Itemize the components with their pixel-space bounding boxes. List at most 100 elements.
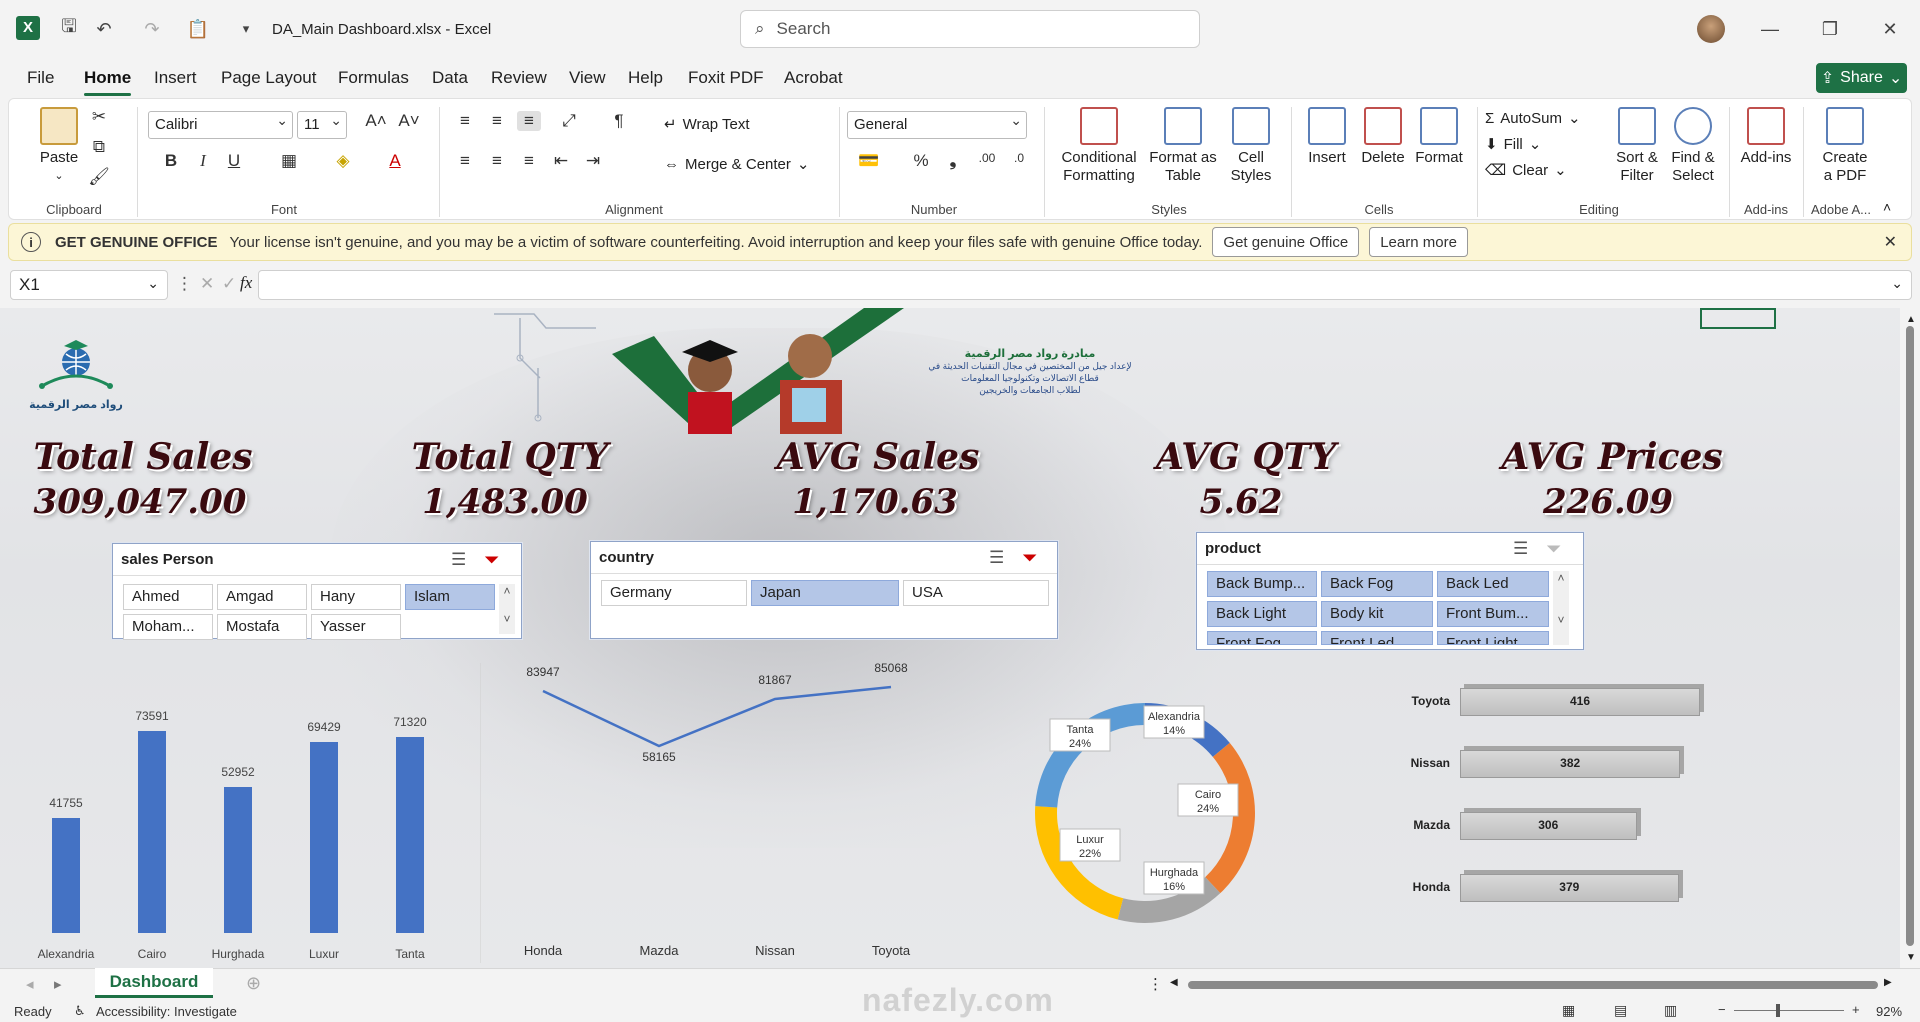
slicer-item-back-led[interactable]: Back Led — [1437, 571, 1549, 597]
slicer-item-back-bumper[interactable]: Back Bump... — [1207, 571, 1317, 597]
city-share-doughnut-chart[interactable]: Alexandria 14% Cairo 24% Hurghada 16% Luxur 22%… — [1030, 688, 1280, 948]
underline-icon[interactable]: U — [222, 151, 246, 171]
insert-cells-button[interactable]: Insert — [1299, 107, 1355, 167]
slicer-item-amgad[interactable]: Amgad — [217, 584, 307, 610]
menu-file[interactable]: File — [27, 68, 54, 88]
font-size-select[interactable]: 11 — [297, 111, 347, 139]
slicer-item-front-bumper[interactable]: Front Bum... — [1437, 601, 1549, 627]
copy-icon[interactable]: ⧉ — [87, 137, 111, 157]
maximize-icon[interactable]: ❐ — [1816, 15, 1844, 43]
formula-input[interactable]: ⌄ — [258, 270, 1912, 300]
number-format-select[interactable]: General — [847, 111, 1027, 139]
tab-dashboard[interactable]: Dashboard — [95, 968, 213, 998]
menu-insert[interactable]: Insert — [154, 68, 197, 88]
percent-icon[interactable]: % — [909, 151, 933, 171]
bar-cairo[interactable] — [138, 730, 166, 933]
slicer-item-front-light[interactable]: Front Light — [1437, 631, 1549, 645]
menu-data[interactable]: Data — [432, 68, 468, 88]
next-sheet-icon[interactable]: ▸ — [54, 975, 62, 993]
minimize-icon[interactable]: — — [1756, 15, 1784, 43]
menu-review[interactable]: Review — [491, 68, 547, 88]
slicer-item-mohamed[interactable]: Moham... — [123, 614, 213, 640]
confirm-entry-icon[interactable]: ✓ — [222, 274, 236, 294]
slicer-scrollbar[interactable]: ˄ ˅ — [1553, 571, 1569, 645]
align-center-icon[interactable]: ≡ — [485, 151, 509, 171]
accessibility-status[interactable]: Accessibility: Investigate — [96, 1004, 237, 1019]
cancel-entry-icon[interactable]: ✕ — [200, 274, 214, 294]
multi-select-icon[interactable]: ☰ — [451, 550, 466, 570]
borders-icon[interactable]: ▦ — [277, 151, 301, 171]
align-bottom-icon[interactable]: ≡ — [517, 111, 541, 131]
zoom-out-icon[interactable]: − — [1718, 1002, 1726, 1017]
slicer-item-yasser[interactable]: Yasser — [311, 614, 401, 640]
add-sheet-icon[interactable]: ⊕ — [246, 973, 261, 994]
bar-hurghada[interactable] — [224, 787, 252, 933]
slicer-item-hany[interactable]: Hany — [311, 584, 401, 610]
line-series[interactable] — [542, 685, 892, 748]
get-genuine-office-button[interactable]: Get genuine Office — [1212, 227, 1360, 257]
menu-view[interactable]: View — [569, 68, 606, 88]
slicer-item-japan[interactable]: Japan — [751, 580, 899, 606]
merge-center-button[interactable]: ⇔ Merge & Center ⌄ — [664, 155, 809, 174]
multi-select-icon[interactable]: ☰ — [1513, 539, 1528, 559]
qty-by-brand-bar-chart[interactable]: Toyota 416 Nissan 382 Mazda 306 Honda 379 — [1390, 663, 1750, 963]
comma-icon[interactable]: ❟ — [941, 151, 965, 171]
clear-button[interactable]: ⌫ Clear ⌄ — [1485, 161, 1567, 180]
decrease-decimal-icon[interactable]: .0 — [1007, 151, 1031, 165]
align-right-icon[interactable]: ≡ — [517, 151, 541, 171]
menu-page-layout[interactable]: Page Layout — [221, 68, 316, 88]
more-options-icon[interactable]: ⋮ — [176, 274, 193, 294]
sales-by-brand-line-chart[interactable]: 83947 Honda 58165 Mazda 81867 Nissan 85068 Toyo… — [480, 663, 960, 963]
slicer-item-islam[interactable]: Islam — [405, 584, 495, 610]
clear-filter-icon[interactable]: ⏷ — [1023, 548, 1037, 568]
customize-qat-icon[interactable]: ▾ — [232, 15, 260, 43]
slicer-item-back-fog[interactable]: Back Fog — [1321, 571, 1433, 597]
close-icon[interactable]: ✕ — [1876, 15, 1904, 43]
zoom-slider[interactable] — [1734, 1010, 1844, 1011]
scroll-left-icon[interactable]: ◀ — [1170, 977, 1178, 988]
tab-split-handle-icon[interactable]: ⋮ — [1148, 975, 1163, 993]
slicer-item-back-light[interactable]: Back Light — [1207, 601, 1317, 627]
wrap-text-button[interactable]: ↵ Wrap Text — [664, 115, 750, 134]
slicer-item-mostafa[interactable]: Mostafa — [217, 614, 307, 640]
slicer-item-germany[interactable]: Germany — [601, 580, 747, 606]
find-select-button[interactable]: Find & Select — [1665, 107, 1721, 185]
salesperson-slicer[interactable]: sales Person ☰ ⏷ Ahmed Amgad Hany Islam … — [112, 543, 522, 640]
zoom-level[interactable]: 92% — [1876, 1004, 1902, 1019]
text-direction-icon[interactable]: ¶ — [607, 111, 631, 131]
conditional-formatting-button[interactable]: Conditional Formatting — [1054, 107, 1144, 185]
prev-sheet-icon[interactable]: ◂ — [26, 975, 34, 993]
slicer-item-usa[interactable]: USA — [903, 580, 1049, 606]
menu-foxit-pdf[interactable]: Foxit PDF — [688, 68, 764, 88]
scroll-down-icon[interactable]: ▼ — [1906, 952, 1916, 963]
font-color-icon[interactable]: A — [383, 151, 407, 171]
autosum-button[interactable]: Σ AutoSum ⌄ — [1485, 109, 1581, 128]
bold-icon[interactable]: B — [159, 151, 183, 171]
undo-icon[interactable]: ↶ — [90, 15, 118, 43]
normal-view-icon[interactable]: ▦ — [1562, 1002, 1575, 1019]
format-cells-button[interactable]: Format — [1411, 107, 1467, 167]
slicer-scrollbar[interactable]: ˄ ˅ — [499, 584, 515, 634]
scroll-up-icon[interactable]: ▲ — [1906, 314, 1916, 325]
align-left-icon[interactable]: ≡ — [453, 151, 477, 171]
doughnut-slice-luxur[interactable] — [1035, 806, 1124, 920]
slicer-item-ahmed[interactable]: Ahmed — [123, 584, 213, 610]
paste-button[interactable]: Paste ⌄ — [29, 107, 89, 185]
clear-filter-icon[interactable]: ⏷ — [485, 550, 499, 570]
fill-button[interactable]: ⬇ Fill ⌄ — [1485, 135, 1541, 154]
bar-tanta[interactable] — [396, 736, 424, 933]
slicer-item-front-fog[interactable]: Front Fog — [1207, 631, 1317, 645]
sales-by-city-chart[interactable]: 41755 Alexandria 73591 Cairo 52952 Hurghada 69… — [30, 663, 470, 963]
menu-help[interactable]: Help — [628, 68, 663, 88]
selected-cell[interactable] — [1700, 308, 1776, 329]
create-pdf-button[interactable]: Create a PDF — [1809, 107, 1881, 185]
italic-icon[interactable]: I — [191, 151, 215, 171]
font-name-select[interactable]: Calibri — [148, 111, 293, 139]
vertical-scrollbar-track[interactable]: ▲ ▼ — [1900, 308, 1920, 968]
slicer-item-front-led[interactable]: Front Led — [1321, 631, 1433, 645]
format-painter-icon[interactable]: 🖌 — [87, 167, 111, 187]
page-layout-view-icon[interactable]: ▤ — [1614, 1002, 1627, 1019]
close-warning-icon[interactable]: ✕ — [1884, 232, 1897, 252]
learn-more-button[interactable]: Learn more — [1369, 227, 1468, 257]
product-slicer[interactable]: product ☰ ⏷ Back Bump... Back Fog Back L… — [1196, 532, 1584, 650]
